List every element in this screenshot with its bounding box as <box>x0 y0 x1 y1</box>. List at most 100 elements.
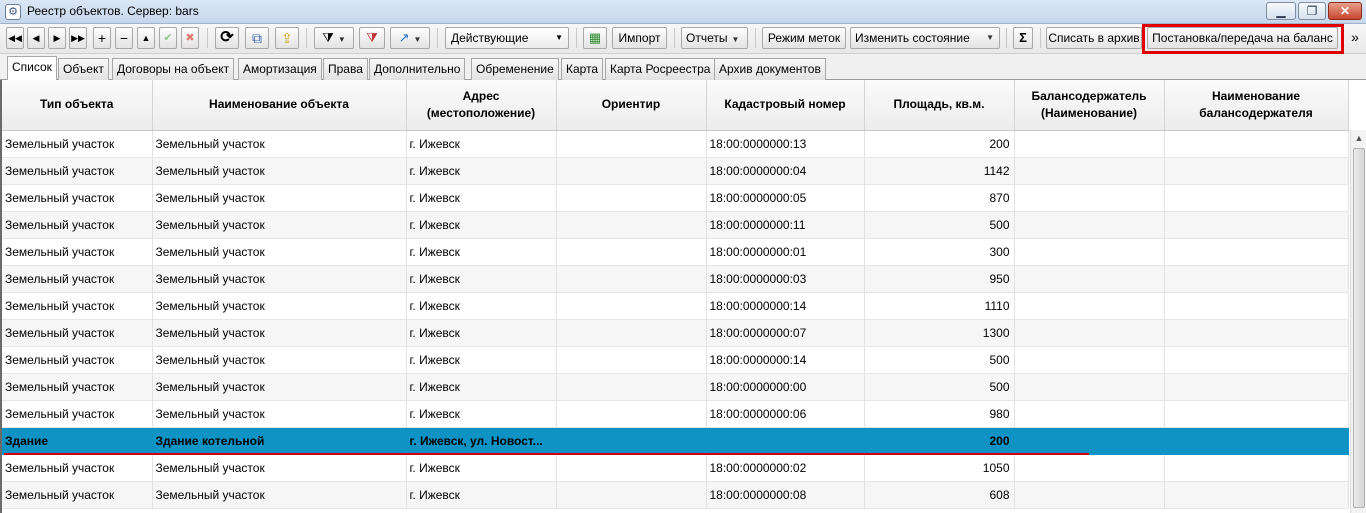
column-header[interactable]: Наименование балансодержателя <box>1164 80 1349 131</box>
table-row[interactable]: Земельный участок Земельный участок г. Иже… <box>2 130 1349 158</box>
table-cell[interactable]: Земельный участок <box>152 481 407 509</box>
table-cell[interactable] <box>556 481 707 509</box>
change-state-dropdown-button[interactable]: Изменить состояние ▼ <box>850 27 1000 49</box>
table-cell[interactable]: Здание котельной <box>152 427 407 455</box>
table-cell[interactable] <box>1164 211 1349 239</box>
table-cell[interactable] <box>556 130 707 158</box>
table-cell[interactable]: Земельный участок <box>2 157 153 185</box>
move-up-icon[interactable]: ▲ <box>137 27 155 49</box>
table-cell[interactable]: г. Ижевск <box>406 130 557 158</box>
table-cell[interactable] <box>556 373 707 401</box>
clear-filter-icon[interactable]: ⧩ <box>359 27 385 49</box>
table-cell[interactable]: 870 <box>864 184 1015 212</box>
table-cell[interactable] <box>1014 184 1165 212</box>
table-cell[interactable]: г. Ижевск <box>406 319 557 347</box>
table-cell[interactable] <box>1164 292 1349 320</box>
table-cell[interactable]: 980 <box>864 400 1015 428</box>
table-cell[interactable]: Земельный участок <box>2 400 153 428</box>
first-record-icon[interactable]: ◀◀ <box>6 27 24 49</box>
table-cell[interactable] <box>1164 427 1349 455</box>
table-cell[interactable]: 18:00:0000000:14 <box>706 346 865 374</box>
table-cell[interactable] <box>1164 265 1349 293</box>
table-cell[interactable]: г. Ижевск <box>406 346 557 374</box>
table-cell[interactable] <box>1164 373 1349 401</box>
table-cell[interactable] <box>1014 427 1165 455</box>
prev-record-icon[interactable]: ◀ <box>27 27 45 49</box>
table-cell[interactable]: Земельный участок <box>152 238 407 266</box>
export-icon[interactable]: ⇪ <box>275 27 299 49</box>
archive-button[interactable]: Списать в архив <box>1046 27 1142 49</box>
column-header[interactable]: Балансодержатель (Наименование) <box>1014 80 1165 131</box>
table-cell[interactable]: 18:00:0000000:02 <box>706 454 865 482</box>
table-cell[interactable]: 18:00:0000000:01 <box>706 238 865 266</box>
table-cell[interactable]: Земельный участок <box>152 184 407 212</box>
table-cell[interactable]: Земельный участок <box>152 292 407 320</box>
table-cell[interactable] <box>1164 319 1349 347</box>
table-cell[interactable]: 1110 <box>864 292 1015 320</box>
tab-additional[interactable]: Дополнительно <box>369 58 466 80</box>
table-cell[interactable]: 500 <box>864 211 1015 239</box>
filter-dropdown-button[interactable]: ⧩ ▼ <box>314 27 354 49</box>
column-header[interactable]: Тип объекта <box>2 80 153 131</box>
table-cell[interactable]: 1050 <box>864 454 1015 482</box>
table-cell[interactable]: Земельный участок <box>2 211 153 239</box>
table-row[interactable]: Земельный участок Земельный участок г. Иже… <box>2 292 1349 320</box>
copy-icon[interactable]: ⧉ <box>245 27 269 49</box>
table-row[interactable]: Земельный участок Земельный участок г. Иже… <box>2 238 1349 266</box>
table-cell[interactable]: г. Ижевск <box>406 157 557 185</box>
table-cell[interactable] <box>1164 238 1349 266</box>
table-cell[interactable] <box>556 238 707 266</box>
status-filter-select[interactable]: Действующие ▼ <box>445 27 569 49</box>
table-cell[interactable] <box>1014 130 1165 158</box>
table-cell[interactable]: Здание <box>2 427 153 455</box>
table-cell[interactable]: 18:00:0000000:05 <box>706 184 865 212</box>
scroll-thumb[interactable] <box>1353 148 1365 508</box>
tab-map[interactable]: Карта <box>561 58 604 80</box>
table-cell[interactable] <box>556 265 707 293</box>
scroll-up-icon[interactable]: ▲ <box>1351 130 1366 146</box>
balance-transfer-button[interactable]: Постановка/передача на баланс <box>1147 27 1338 49</box>
table-cell[interactable]: 18:00:0000000:04 <box>706 157 865 185</box>
table-cell[interactable]: 18:00:0000000:14 <box>706 292 865 320</box>
table-cell[interactable]: г. Ижевск <box>406 454 557 482</box>
table-cell[interactable]: Земельный участок <box>2 265 153 293</box>
table-row[interactable]: Земельный участок Земельный участок г. Иже… <box>2 319 1349 347</box>
table-cell[interactable]: 18:00:0000000:08 <box>706 481 865 509</box>
table-cell[interactable]: Земельный участок <box>152 319 407 347</box>
table-cell[interactable]: 200 <box>864 130 1015 158</box>
column-header[interactable]: Наименование объекта <box>152 80 407 131</box>
table-cell[interactable] <box>1164 346 1349 374</box>
table-cell[interactable]: Земельный участок <box>2 319 153 347</box>
table-cell[interactable]: 200 <box>864 427 1015 455</box>
table-cell[interactable]: г. Ижевск <box>406 292 557 320</box>
table-cell[interactable]: Земельный участок <box>2 346 153 374</box>
import-button[interactable]: Импорт <box>612 27 667 49</box>
table-cell[interactable]: 608 <box>864 481 1015 509</box>
table-cell[interactable] <box>1014 454 1165 482</box>
refresh-icon[interactable]: ⟳ <box>215 27 239 49</box>
table-cell[interactable]: г. Ижевск <box>406 211 557 239</box>
column-header[interactable]: Площадь, кв.м. <box>864 80 1015 131</box>
table-cell[interactable] <box>556 157 707 185</box>
table-cell[interactable]: 18:00:0000000:06 <box>706 400 865 428</box>
table-row[interactable]: Земельный участок Земельный участок г. Иже… <box>2 373 1349 401</box>
cancel-icon[interactable]: ✖ <box>181 27 199 49</box>
table-cell[interactable]: Земельный участок <box>152 157 407 185</box>
sum-icon[interactable]: Σ <box>1013 27 1033 49</box>
table-cell[interactable] <box>556 400 707 428</box>
table-row[interactable]: Земельный участок Земельный участок г. Иже… <box>2 157 1349 185</box>
table-cell[interactable]: Земельный участок <box>2 130 153 158</box>
add-icon[interactable]: + <box>93 27 111 49</box>
vertical-scrollbar[interactable]: ▲ <box>1350 130 1366 513</box>
close-button[interactable]: ✕ <box>1328 2 1362 20</box>
table-cell[interactable]: 300 <box>864 238 1015 266</box>
table-cell[interactable] <box>1014 157 1165 185</box>
table-cell[interactable] <box>1014 481 1165 509</box>
table-cell[interactable]: Земельный участок <box>2 238 153 266</box>
tab-rosreestr-map[interactable]: Карта Росреестра <box>605 58 716 80</box>
tags-mode-button[interactable]: Режим меток <box>762 27 846 49</box>
table-cell[interactable] <box>556 319 707 347</box>
tab-contracts[interactable]: Договоры на объект <box>112 58 235 80</box>
table-cell[interactable]: г. Ижевск <box>406 373 557 401</box>
table-cell[interactable] <box>556 211 707 239</box>
